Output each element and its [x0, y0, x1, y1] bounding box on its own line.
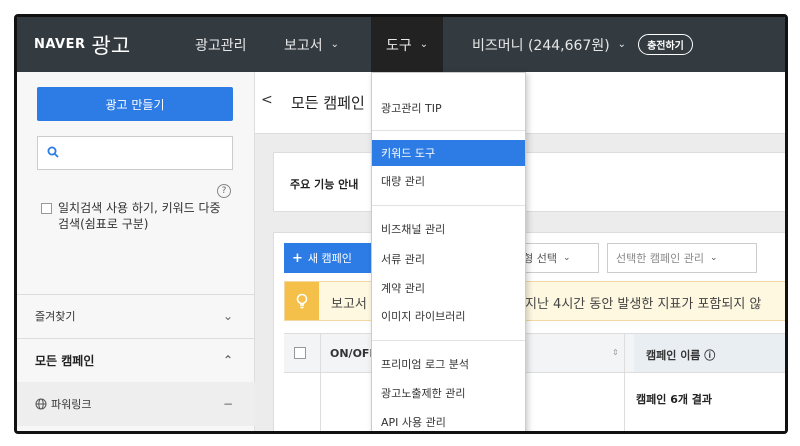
nav-ad-management-label: 광고관리 — [195, 37, 247, 54]
campaign-list-card: + 새 캠페인 유형 선택 ⌄ 선택한 캠페인 관리 ⌄ 보고서 지난 4시간 … — [273, 232, 785, 431]
page-title: 모든 캠페인 — [291, 94, 365, 112]
logo-product: 광고 — [91, 33, 131, 58]
feature-notice-card: 주요 기능 안내 — [273, 152, 785, 212]
campaign-manage-label: 선택한 캠페인 관리 — [616, 252, 704, 265]
sidebar-item-favorites[interactable]: 즐겨찾기 ⌄ — [17, 294, 255, 338]
menu-item-bulk-management[interactable]: 대량 관리 — [372, 168, 525, 194]
info-text-right: 지난 4시간 동안 발생한 지표가 포함되지 않 — [525, 297, 762, 312]
menu-divider — [372, 205, 525, 206]
campaign-search-input[interactable] — [37, 136, 233, 170]
menu-item-image-library[interactable]: 이미지 라이브러리 — [372, 303, 525, 329]
nav-tools-label: 도구 — [386, 37, 412, 54]
chevron-up-icon: ⌃ — [222, 353, 233, 367]
exact-match-option[interactable]: 일치검색 사용 하기, 키워드 다중검색(쉼표로 구분) — [41, 200, 221, 232]
exact-match-checkbox[interactable] — [41, 203, 52, 214]
campaign-table-header: ON/OFF ⇕ 캠페인 이름 ⓘ — [284, 333, 785, 373]
sidebar-item-powerlink[interactable]: 파워링크 − — [17, 382, 255, 426]
nav-reports[interactable]: 보고서 ⌄ — [284, 17, 339, 72]
sidebar-item-all-campaigns[interactable]: 모든 캠페인 ⌃ — [17, 338, 255, 382]
app-window: NAVER 광고 광고관리 보고서 ⌄ 도구 ⌄ 비즈머니 (244,667원)… — [14, 14, 788, 434]
tools-dropdown-menu: 광고관리 TIP 키워드 도구 대량 관리 비즈채널 관리 서류 관리 계약 관… — [371, 72, 526, 431]
globe-icon — [35, 398, 47, 410]
tip-box — [285, 282, 319, 320]
lightbulb-icon — [296, 293, 308, 309]
menu-item-exposure-limit[interactable]: 광고노출제한 관리 — [372, 380, 525, 406]
select-all-checkbox[interactable] — [294, 347, 306, 359]
result-count: 캠페인 6개 결과 — [636, 393, 713, 406]
notice-title: 주요 기능 안내 — [290, 178, 359, 191]
menu-divider — [372, 340, 525, 341]
campaign-manage-select[interactable]: 선택한 캠페인 관리 ⌄ — [607, 243, 757, 273]
menu-divider — [372, 130, 525, 131]
new-campaign-label: 새 캠페인 — [307, 252, 352, 265]
nav-ad-management[interactable]: 광고관리 — [195, 17, 247, 72]
col-campaign-name[interactable]: 캠페인 이름 ⓘ — [646, 347, 715, 363]
menu-item-contracts[interactable]: 계약 관리 — [372, 275, 525, 301]
search-icon — [47, 146, 59, 158]
nav-tools[interactable]: 도구 ⌄ — [371, 17, 444, 72]
favorites-label: 즐겨찾기 — [35, 310, 76, 323]
column-divider — [320, 333, 321, 431]
menu-item-api-management[interactable]: API 사용 관리 — [372, 409, 525, 431]
collapse-icon[interactable]: − — [223, 397, 233, 411]
menu-item-bizchannel[interactable]: 비즈채널 관리 — [372, 216, 525, 242]
column-divider — [624, 333, 625, 431]
chevron-down-icon: ⌄ — [709, 253, 718, 263]
menu-item-keyword-tool[interactable]: 키워드 도구 — [372, 140, 525, 166]
info-text-left: 보고서 — [331, 297, 367, 312]
new-campaign-button[interactable]: + 새 캠페인 — [284, 243, 374, 273]
back-arrow-icon[interactable]: < — [261, 92, 273, 108]
chevron-down-icon: ⌄ — [617, 39, 627, 50]
chevron-down-icon: ⌄ — [330, 39, 340, 50]
report-info-bar: 보고서 지난 4시간 동안 발생한 지표가 포함되지 않 — [284, 281, 785, 321]
menu-item-premium-log[interactable]: 프리미엄 로그 분석 — [372, 351, 525, 377]
naver-ad-logo[interactable]: NAVER 광고 — [34, 17, 130, 72]
nav-reports-label: 보고서 — [284, 37, 323, 54]
plus-icon: + — [292, 250, 303, 266]
powerlink-label: 파워링크 — [51, 398, 92, 411]
chevron-down-icon: ⌄ — [419, 39, 429, 50]
all-campaigns-label: 모든 캠페인 — [35, 353, 95, 368]
top-navigation: NAVER 광고 광고관리 보고서 ⌄ 도구 ⌄ 비즈머니 (244,667원)… — [17, 17, 785, 72]
help-icon[interactable]: ? — [217, 184, 231, 198]
sort-icon[interactable]: ⇕ — [612, 348, 619, 357]
col-onoff[interactable]: ON/OFF — [330, 347, 377, 360]
nav-bizmoney-label: 비즈머니 (244,667원) — [472, 37, 610, 54]
chevron-down-icon: ⌄ — [562, 253, 571, 263]
chevron-down-icon: ⌄ — [222, 309, 233, 323]
menu-item-ad-tip[interactable]: 광고관리 TIP — [372, 95, 525, 121]
exact-match-label: 일치검색 사용 하기, 키워드 다중검색(쉼표로 구분) — [58, 201, 221, 231]
nav-bizmoney[interactable]: 비즈머니 (244,667원) ⌄ 충전하기 — [472, 17, 693, 72]
logo-brand: NAVER — [34, 37, 86, 52]
charge-button[interactable]: 충전하기 — [638, 34, 693, 55]
sidebar: 광고 만들기 ? 일치검색 사용 하기, 키워드 다중검색(쉼표로 구분) 즐겨… — [17, 72, 255, 431]
create-ad-button[interactable]: 광고 만들기 — [37, 87, 233, 121]
menu-item-documents[interactable]: 서류 관리 — [372, 246, 525, 272]
